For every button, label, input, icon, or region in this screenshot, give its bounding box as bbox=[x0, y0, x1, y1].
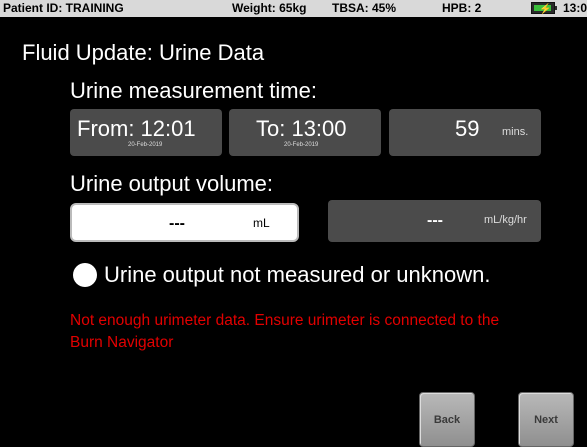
from-time-button[interactable]: From: 12:01 20-Feb-2019 bbox=[70, 109, 222, 156]
duration-unit: mins. bbox=[502, 126, 529, 138]
urine-volume-value: --- bbox=[169, 215, 185, 232]
status-bar: Patient ID: TRAINING Weight: 65kg TBSA: … bbox=[0, 0, 587, 17]
not-measured-label[interactable]: Urine output not measured or unknown. bbox=[104, 262, 490, 288]
duration-value: 59 bbox=[455, 116, 480, 141]
tbsa: TBSA: 45% bbox=[332, 1, 397, 15]
hpb: HPB: 2 bbox=[442, 1, 482, 15]
to-time-button[interactable]: To: 13:00 20-Feb-2019 bbox=[229, 109, 381, 156]
from-date: 20-Feb-2019 bbox=[128, 142, 163, 148]
to-time-value: To: 13:00 bbox=[256, 116, 347, 141]
urine-rate-field: --- mL/kg/hr bbox=[328, 200, 541, 242]
urimeter-warning: Not enough urimeter data. Ensure urimete… bbox=[70, 312, 500, 351]
duration-field: 59 mins. bbox=[389, 109, 541, 156]
back-button[interactable]: Back bbox=[419, 392, 475, 447]
to-date: 20-Feb-2019 bbox=[284, 142, 319, 148]
not-measured-checkbox[interactable] bbox=[73, 263, 97, 287]
page-title: Fluid Update: Urine Data bbox=[22, 40, 265, 65]
urine-volume-unit: mL bbox=[253, 216, 270, 230]
urine-volume-input[interactable]: --- mL bbox=[70, 203, 299, 242]
patient-id: Patient ID: TRAINING bbox=[3, 1, 124, 15]
next-button[interactable]: Next bbox=[518, 392, 574, 447]
urine-rate-value: --- bbox=[427, 212, 443, 229]
patient-weight: Weight: 65kg bbox=[232, 1, 307, 15]
output-volume-label: Urine output volume: bbox=[70, 171, 273, 196]
clock: 13:00 bbox=[563, 1, 587, 15]
from-time-value: From: 12:01 bbox=[77, 116, 196, 141]
battery-charging-icon: ⚡ bbox=[531, 2, 557, 15]
urine-rate-unit: mL/kg/hr bbox=[484, 214, 527, 226]
measurement-time-label: Urine measurement time: bbox=[70, 78, 317, 103]
